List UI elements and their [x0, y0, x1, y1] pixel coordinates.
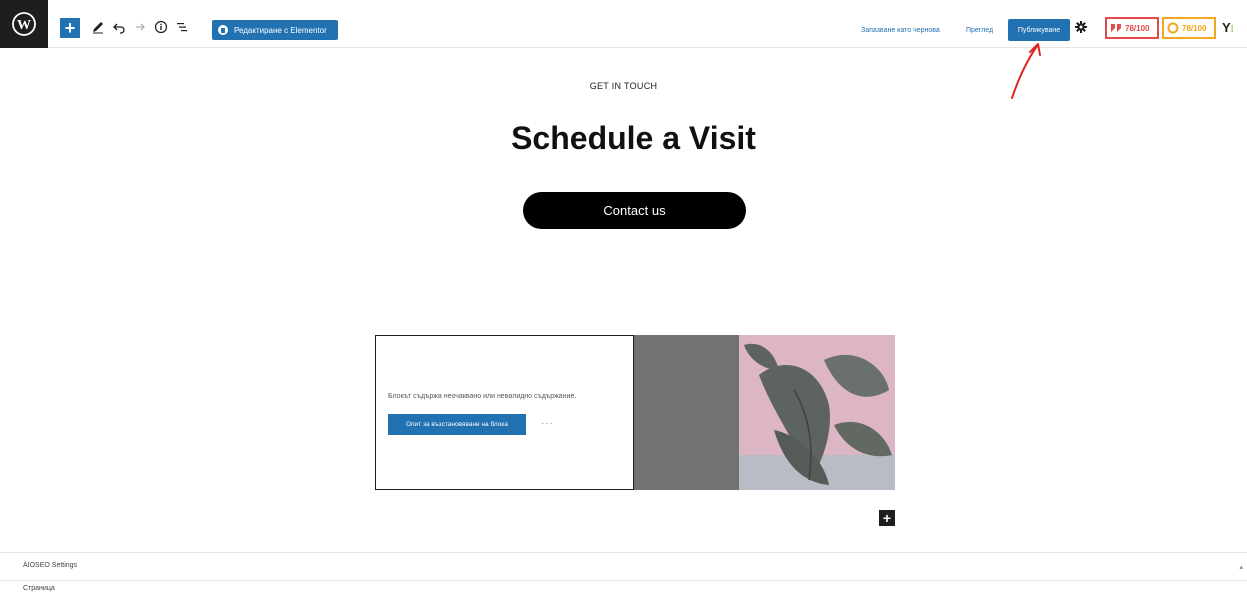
elementor-button-label: Редактиране с Elementor [234, 25, 327, 35]
wordpress-logo-icon[interactable]: W [0, 0, 48, 48]
contact-us-button[interactable]: Contact us [523, 192, 746, 229]
more-options-icon[interactable]: ··· [541, 418, 554, 429]
yoast-traffic-light-icon: ⁝ [1230, 24, 1234, 35]
add-block-plus-icon[interactable]: + [879, 510, 895, 526]
seo-plugin-logo-icon [1111, 24, 1121, 32]
score-circle-icon [1167, 22, 1179, 34]
publish-button[interactable]: Публикуване [1008, 19, 1070, 41]
block-warning-panel: Блокът съдържа неочаквано или невалидно … [375, 335, 634, 490]
preview-link[interactable]: Преглед [966, 27, 993, 34]
eyebrow-text: GET IN TOUCH [589, 81, 658, 91]
page-heading[interactable]: Schedule a Visit [0, 120, 1247, 157]
attempt-block-recovery-button[interactable]: Опит за възстановяване на блока [388, 414, 526, 435]
yoast-seo-button[interactable]: Y⁝ [1222, 20, 1234, 35]
editor-toolbar: W + Редактиране с Elementor Запазване ка… [0, 0, 1247, 48]
annotation-arrow-icon [1011, 43, 1041, 99]
block-inserter-button[interactable]: + [60, 18, 80, 38]
yoast-logo-icon: Y [1222, 20, 1231, 35]
undo-icon[interactable] [110, 18, 128, 36]
save-draft-link[interactable]: Запазване като чернова [861, 27, 940, 34]
settings-gear-icon[interactable] [1072, 18, 1090, 36]
content-score-badge[interactable]: 78/100 [1162, 17, 1216, 39]
document-type-bar[interactable]: Страница [0, 580, 1247, 592]
content-score-value: 78/100 [1182, 23, 1207, 33]
seo-score-badge[interactable]: 78/100 [1105, 17, 1159, 39]
document-type-label: Страница [23, 585, 55, 592]
svg-text:W: W [17, 18, 31, 33]
aioseo-settings-label: AIOSEO Settings [23, 562, 78, 569]
aioseo-settings-panel[interactable]: AIOSEO Settings ▴ [0, 552, 1247, 580]
details-info-icon[interactable] [152, 18, 170, 36]
seo-score-value: 78/100 [1125, 23, 1150, 33]
redo-icon[interactable] [130, 18, 148, 36]
invalid-block[interactable]: Блокът съдържа неочаквано или невалидно … [375, 335, 895, 490]
plant-image [634, 335, 895, 490]
list-view-icon[interactable] [173, 18, 191, 36]
edit-with-elementor-button[interactable]: Редактиране с Elementor [212, 20, 338, 40]
elementor-logo-icon [218, 25, 228, 35]
caret-icon: ▴ [1239, 564, 1243, 571]
block-warning-message: Блокът съдържа неочаквано или невалидно … [388, 393, 577, 400]
edit-pencil-icon[interactable] [89, 18, 107, 36]
